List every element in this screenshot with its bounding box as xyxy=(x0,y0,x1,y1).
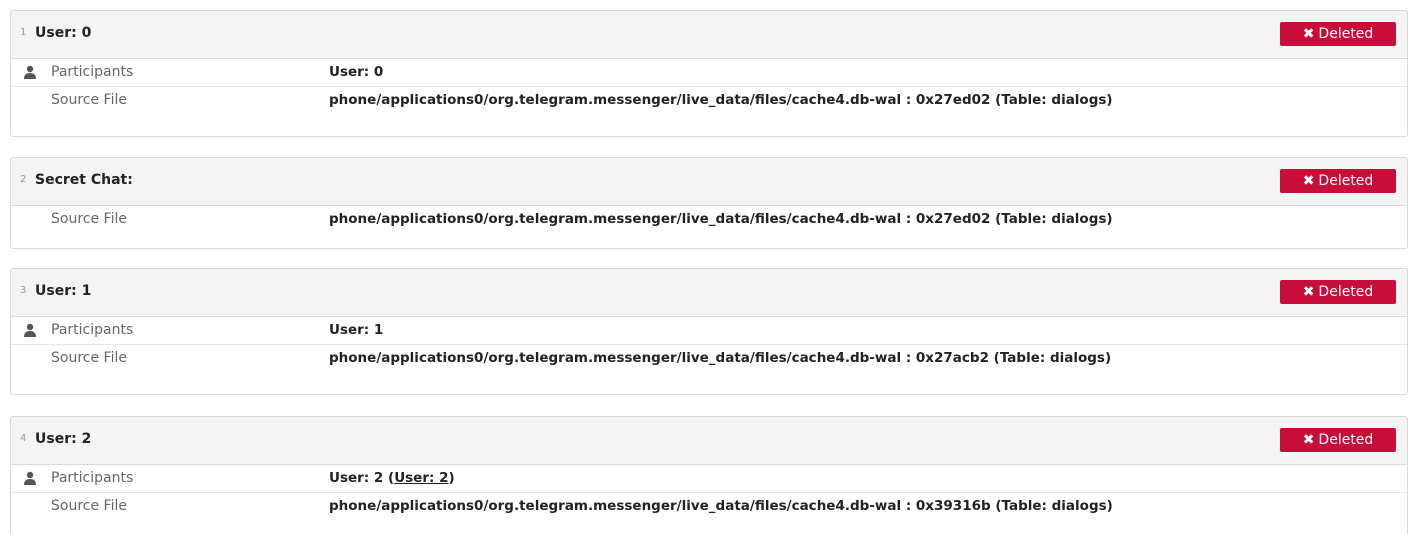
source-file-value: phone/applications0/org.telegram.messeng… xyxy=(329,92,1113,108)
source-file-row: Source File phone/applications0/org.tele… xyxy=(11,493,1407,521)
participants-value: User: 0 xyxy=(329,64,384,80)
source-file-label: Source File xyxy=(51,92,127,108)
badge-label: Deleted xyxy=(1318,432,1374,448)
card-header: 1 User: 0 ✖ Deleted xyxy=(11,11,1407,59)
deleted-badge: ✖ Deleted xyxy=(1280,169,1396,193)
badge-label: Deleted xyxy=(1318,284,1374,300)
source-file-value: phone/applications0/org.telegram.messeng… xyxy=(329,498,1113,514)
chat-list: 1 User: 0 ✖ Deleted Participants User: 0… xyxy=(0,0,1411,534)
source-file-value: phone/applications0/org.telegram.messeng… xyxy=(329,350,1112,366)
x-icon: ✖ xyxy=(1302,432,1315,448)
source-file-row: Source File phone/applications0/org.tele… xyxy=(11,206,1407,234)
participants-row: Participants User: 0 xyxy=(11,59,1407,87)
x-icon: ✖ xyxy=(1302,26,1315,42)
source-file-row: Source File phone/applications0/org.tele… xyxy=(11,345,1407,373)
participants-label: Participants xyxy=(51,322,134,338)
source-file-label: Source File xyxy=(51,350,127,366)
participant-link[interactable]: User: 2 xyxy=(394,470,448,486)
x-icon: ✖ xyxy=(1302,284,1315,300)
deleted-badge: ✖ Deleted xyxy=(1280,428,1396,452)
participants-value-group: User: 2 (User: 2) xyxy=(329,470,455,486)
chat-card: 2 Secret Chat: ✖ Deleted Source File pho… xyxy=(10,157,1408,249)
participants-row: Participants User: 2 (User: 2) xyxy=(11,465,1407,493)
participants-open-paren: ( xyxy=(383,470,395,486)
chat-card: 3 User: 1 ✖ Deleted Participants User: 1… xyxy=(10,268,1408,395)
card-title: User: 0 xyxy=(35,25,92,41)
card-index: 4 xyxy=(20,433,27,444)
source-file-label: Source File xyxy=(51,498,127,514)
participants-row: Participants User: 1 xyxy=(11,317,1407,345)
source-file-value: phone/applications0/org.telegram.messeng… xyxy=(329,211,1113,227)
badge-label: Deleted xyxy=(1318,26,1374,42)
card-index: 3 xyxy=(20,285,27,296)
person-icon xyxy=(24,323,36,337)
card-header: 2 Secret Chat: ✖ Deleted xyxy=(11,158,1407,206)
source-file-label: Source File xyxy=(51,211,127,227)
badge-label: Deleted xyxy=(1318,173,1374,189)
chat-card: 4 User: 2 ✖ Deleted Participants User: 2… xyxy=(10,416,1408,534)
participants-value: User: 1 xyxy=(329,322,384,338)
person-icon xyxy=(24,65,36,79)
source-file-row: Source File phone/applications0/org.tele… xyxy=(11,87,1407,115)
deleted-badge: ✖ Deleted xyxy=(1280,280,1396,304)
person-icon xyxy=(24,471,36,485)
deleted-badge: ✖ Deleted xyxy=(1280,22,1396,46)
chat-card: 1 User: 0 ✖ Deleted Participants User: 0… xyxy=(10,10,1408,137)
card-header: 3 User: 1 ✖ Deleted xyxy=(11,269,1407,317)
x-icon: ✖ xyxy=(1302,173,1315,189)
participants-label: Participants xyxy=(51,470,134,486)
card-index: 1 xyxy=(20,27,27,38)
card-header: 4 User: 2 ✖ Deleted xyxy=(11,417,1407,465)
card-title: User: 2 xyxy=(35,431,92,447)
card-index: 2 xyxy=(20,174,27,185)
participants-value: User: 2 xyxy=(329,470,384,486)
participants-label: Participants xyxy=(51,64,134,80)
card-title: User: 1 xyxy=(35,283,92,299)
participants-close-paren: ) xyxy=(448,470,455,486)
card-title: Secret Chat: xyxy=(35,172,133,188)
